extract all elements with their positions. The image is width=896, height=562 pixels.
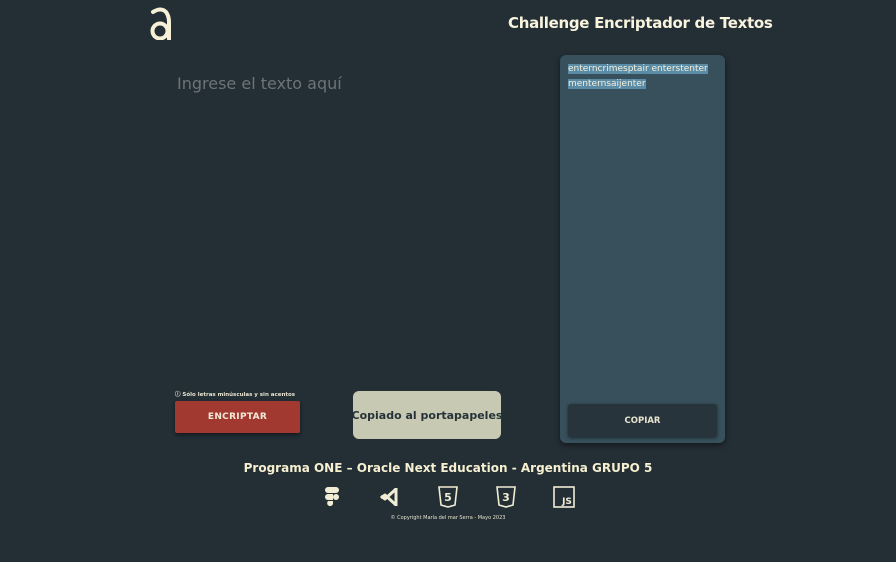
footer-title: Programa ONE – Oracle Next Education - A… <box>243 461 653 475</box>
hint-text: Sólo letras minúsculas y sin acentos <box>182 392 296 398</box>
figma-icon <box>325 487 339 507</box>
copied-toast: Copiado al portapapeles <box>351 391 503 439</box>
alura-logo-icon[interactable] <box>148 6 174 40</box>
html5-icon: 5 <box>438 486 458 508</box>
output-text[interactable]: enterncrimesptair enterstenter menternsa… <box>568 62 720 91</box>
vscode-icon <box>380 487 398 507</box>
output-line-1: enterncrimesptair enterstenter <box>568 64 708 74</box>
css3-icon: 3 <box>496 486 516 508</box>
tech-icons: 5 3 JS <box>0 486 896 508</box>
javascript-icon: JS <box>553 486 575 508</box>
output-panel: enterncrimesptair enterstenter menternsa… <box>560 55 725 443</box>
input-hint: ⓘ Sólo letras minúsculas y sin acentos <box>175 392 296 398</box>
text-input[interactable] <box>175 72 529 376</box>
svg-text:JS: JS <box>561 497 572 507</box>
svg-text:5: 5 <box>444 491 452 504</box>
output-line-2: menternsaijenter <box>568 78 646 89</box>
encrypt-button[interactable]: ENCRIPTAR <box>175 401 300 433</box>
copy-button[interactable]: COPIAR <box>568 404 717 437</box>
copyright: © Copyright María del mar Serra - Mayo 2… <box>390 515 506 521</box>
svg-text:3: 3 <box>502 491 510 504</box>
page-title: Challenge Encriptador de Textos <box>508 14 773 32</box>
toast-text: Copiado al portapapeles <box>351 408 503 422</box>
